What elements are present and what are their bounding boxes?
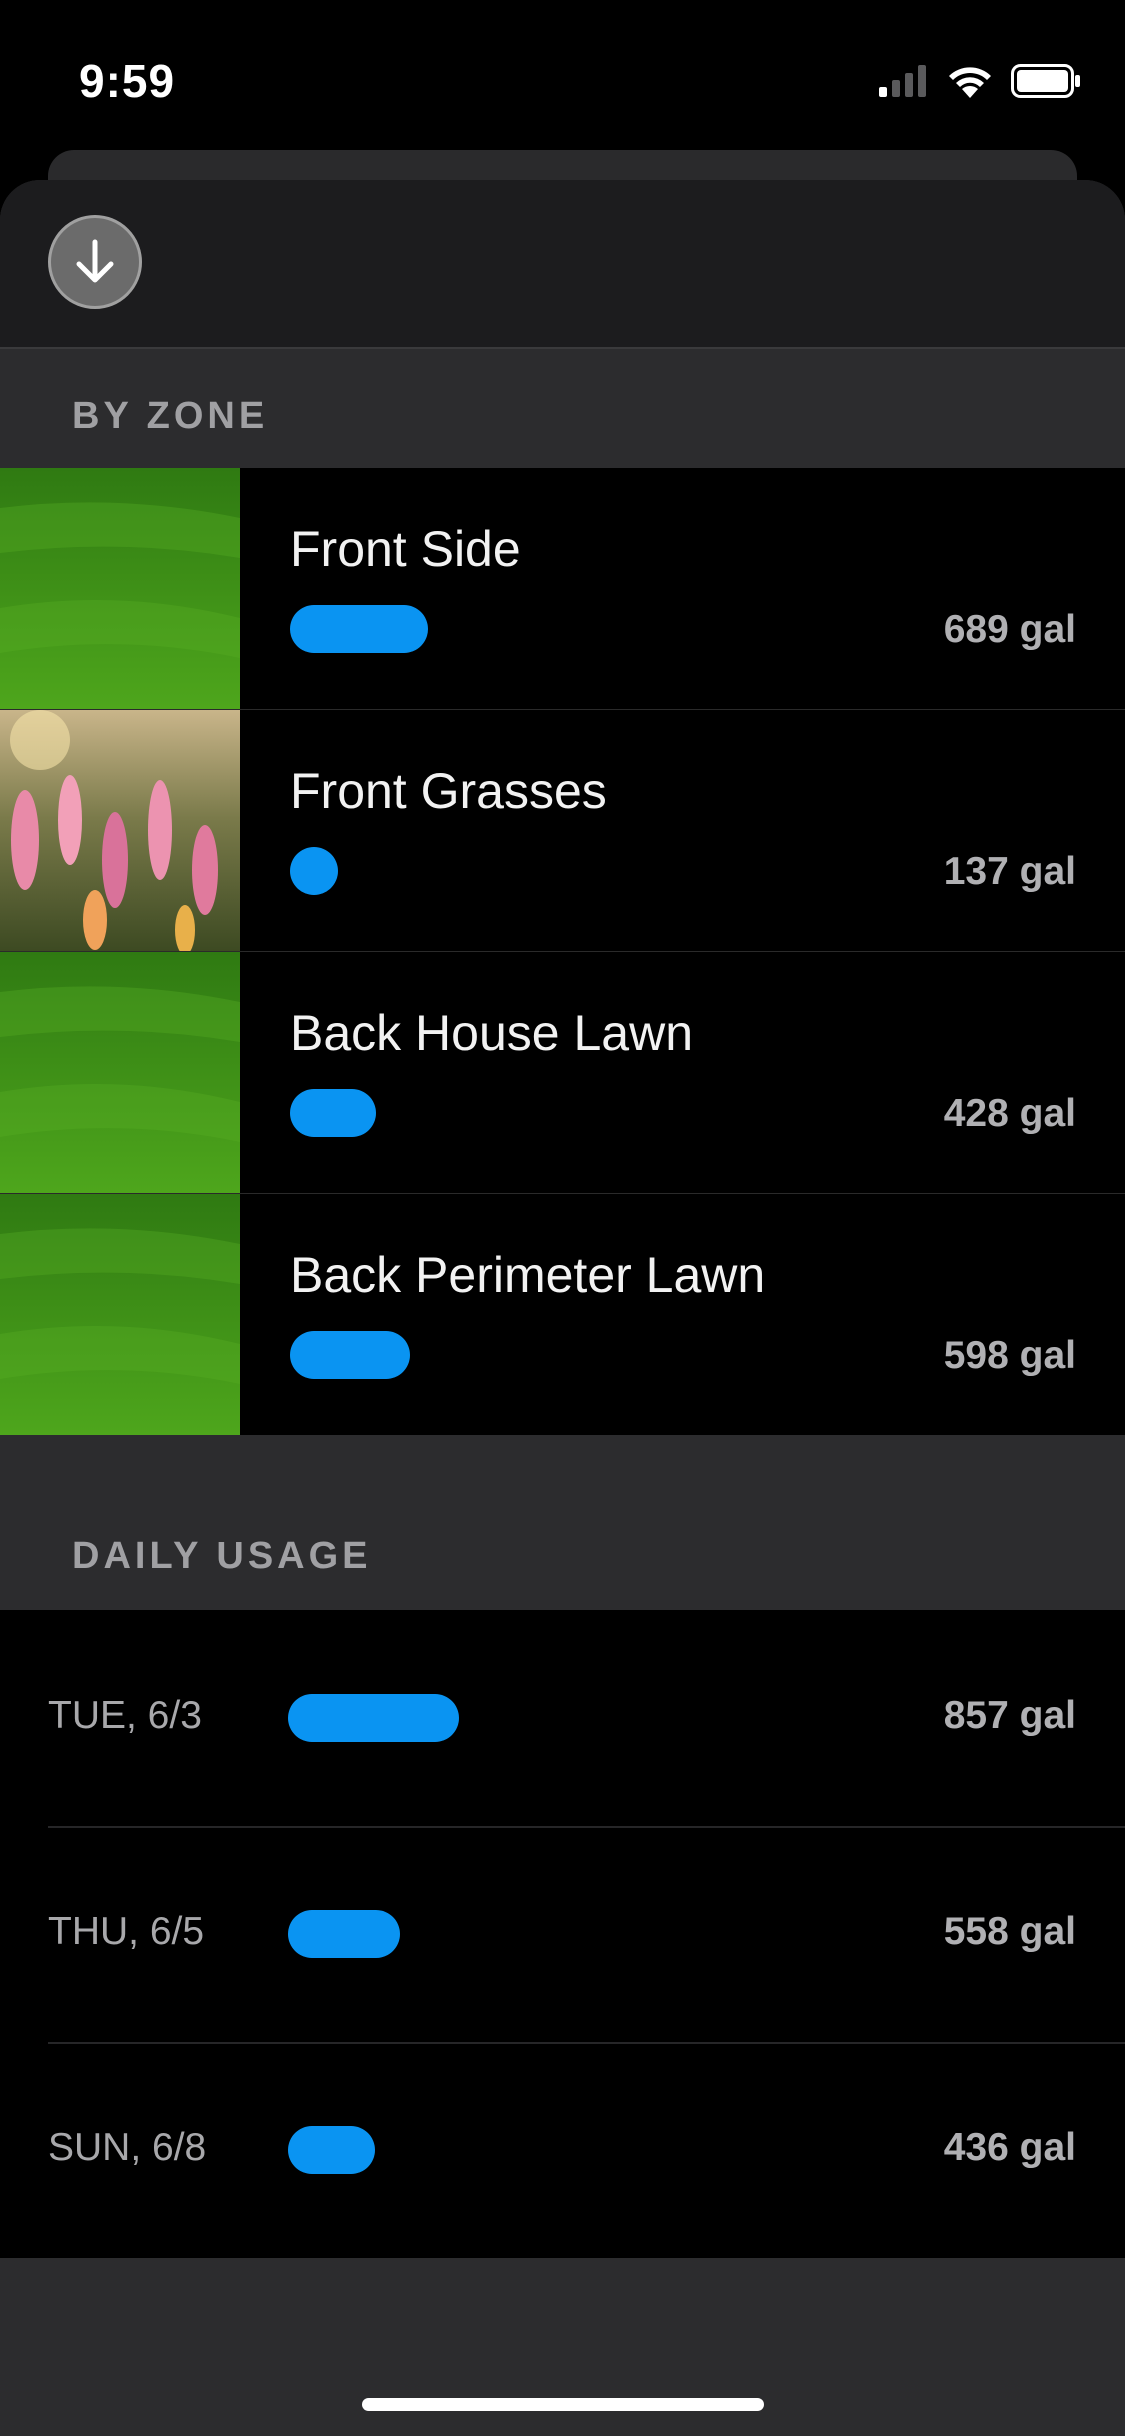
day-usage-value: 436 gal: [943, 2126, 1076, 2169]
lawn-thumbnail: [0, 468, 240, 709]
daily-usage-list: TUE, 6/3 857 gal THU, 6/5 558 gal SUN, 6…: [0, 1610, 1125, 2258]
zone-name: Front Grasses: [290, 763, 607, 819]
day-usage-value: 558 gal: [943, 1910, 1076, 1953]
zone-usage-bar: [290, 1331, 410, 1379]
day-label: THU, 6/5: [48, 1910, 205, 1953]
zone-row[interactable]: Back House Lawn 428 gal: [0, 951, 1125, 1193]
day-row[interactable]: THU, 6/5 558 gal: [0, 1826, 1125, 2042]
usage-sheet: BY ZONE Front Side 689 gal Front Grasses…: [0, 180, 1125, 2436]
flowers-thumbnail: [0, 710, 240, 951]
status-time: 9:59: [79, 55, 176, 107]
zone-usage-bar: [290, 1089, 376, 1137]
zone-name: Back Perimeter Lawn: [290, 1247, 766, 1303]
day-usage-bar: [288, 1694, 459, 1742]
zone-name: Back House Lawn: [290, 1005, 694, 1061]
status-icons: [879, 64, 1081, 98]
zone-name: Front Side: [290, 521, 521, 577]
lawn-thumbnail: [0, 1194, 240, 1435]
zone-usage-value: 689 gal: [943, 608, 1076, 651]
zone-row[interactable]: Front Grasses 137 gal: [0, 709, 1125, 951]
zone-row[interactable]: Back Perimeter Lawn 598 gal: [0, 1193, 1125, 1435]
by-zone-heading: BY ZONE: [72, 395, 269, 437]
lawn-thumbnail: [0, 952, 240, 1193]
zone-list: Front Side 689 gal Front Grasses 137 gal: [0, 468, 1125, 1435]
status-bar: 9:59: [0, 0, 1125, 150]
battery-icon: [1011, 64, 1080, 98]
day-usage-value: 857 gal: [943, 1694, 1076, 1737]
zone-usage-value: 137 gal: [943, 850, 1076, 893]
day-label: TUE, 6/3: [48, 1694, 202, 1737]
daily-usage-heading: DAILY USAGE: [72, 1535, 372, 1577]
sheet-header: [0, 180, 1125, 349]
day-row[interactable]: SUN, 6/8 436 gal: [0, 2042, 1125, 2258]
arrow-down-circle-icon: [76, 239, 114, 283]
day-row[interactable]: TUE, 6/3 857 gal: [0, 1610, 1125, 1826]
zone-row[interactable]: Front Side 689 gal: [0, 468, 1125, 709]
zone-usage-bar: [290, 847, 338, 895]
day-usage-bar: [288, 1910, 400, 1958]
wifi-icon: [949, 67, 991, 98]
zone-usage-value: 598 gal: [943, 1334, 1076, 1377]
home-indicator[interactable]: [362, 2398, 764, 2411]
dismiss-button[interactable]: [48, 215, 142, 309]
day-usage-bar: [288, 2126, 375, 2174]
day-label: SUN, 6/8: [48, 2126, 207, 2169]
zone-usage-bar: [290, 605, 428, 653]
zone-usage-value: 428 gal: [943, 1092, 1076, 1135]
cellular-signal-icon: [879, 65, 926, 97]
